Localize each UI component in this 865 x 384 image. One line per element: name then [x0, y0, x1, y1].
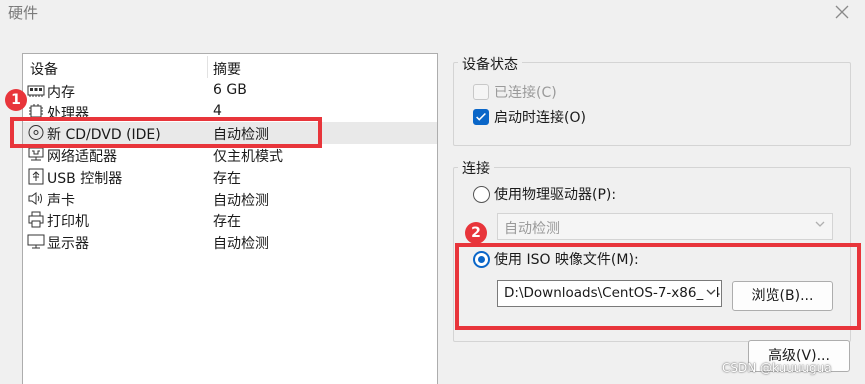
device-summary: 自动检测 — [213, 193, 269, 209]
physical-drive-radio[interactable] — [473, 186, 490, 203]
window-title: 硬件 — [8, 4, 39, 22]
device-name: 显示器 — [47, 236, 89, 252]
device-name: USB 控制器 — [47, 171, 123, 187]
connected-checkbox[interactable] — [473, 84, 489, 100]
checkmark-icon — [476, 112, 486, 121]
device-summary: 6 GB — [213, 82, 247, 98]
device-status-title: 设备状态 — [458, 54, 522, 74]
column-header-summary[interactable]: 摘要 — [213, 59, 241, 79]
device-row-display[interactable]: 显示器 自动检测 — [23, 231, 437, 253]
chevron-down-icon — [815, 221, 825, 227]
highlight-box-cd-dvd — [10, 117, 322, 148]
device-summary: 存在 — [213, 171, 241, 187]
device-summary: 自动检测 — [213, 236, 269, 252]
physical-drive-dropdown[interactable]: 自动检测 — [497, 213, 833, 240]
list-header: 设备 摘要 — [23, 54, 437, 80]
device-summary: 存在 — [213, 214, 241, 230]
display-icon — [27, 234, 45, 249]
device-row-sound[interactable]: 声卡 自动检测 — [23, 188, 437, 210]
device-row-memory[interactable]: 内存 6 GB — [23, 80, 437, 102]
memory-icon — [27, 85, 45, 97]
device-list[interactable]: 设备 摘要 内存 6 GB 处理器 4 新 CD/DVD (IDE) 自动检测 — [22, 53, 438, 384]
physical-drive-label[interactable]: 使用物理驱动器(P): — [494, 184, 616, 204]
device-name: 声卡 — [47, 193, 75, 209]
connected-label[interactable]: 已连接(C) — [494, 82, 557, 102]
network-adapter-icon — [28, 147, 44, 161]
printer-icon — [28, 211, 44, 228]
sound-icon — [28, 192, 42, 205]
device-summary: 仅主机模式 — [213, 149, 283, 165]
connection-title: 连接 — [458, 158, 494, 178]
column-divider[interactable] — [207, 56, 208, 78]
connect-at-power-on-label[interactable]: 启动时连接(O) — [494, 107, 586, 127]
connect-at-power-on-checkbox[interactable] — [473, 109, 489, 125]
device-status-group — [453, 62, 851, 146]
annotation-badge-1: 1 — [5, 89, 27, 111]
device-row-printer[interactable]: 打印机 存在 — [23, 209, 437, 231]
highlight-box-iso — [455, 243, 861, 330]
device-row-usb[interactable]: USB 控制器 存在 — [23, 166, 437, 188]
device-name: 内存 — [47, 85, 75, 101]
device-name: 网络适配器 — [47, 149, 117, 165]
column-header-device[interactable]: 设备 — [30, 59, 58, 79]
device-name: 打印机 — [47, 214, 89, 230]
usb-icon — [28, 168, 44, 185]
annotation-badge-2: 2 — [465, 222, 487, 244]
close-icon[interactable] — [830, 0, 854, 24]
watermark: CSDN @kuuuugua — [722, 361, 832, 375]
physical-drive-dropdown-value: 自动检测 — [504, 221, 560, 237]
